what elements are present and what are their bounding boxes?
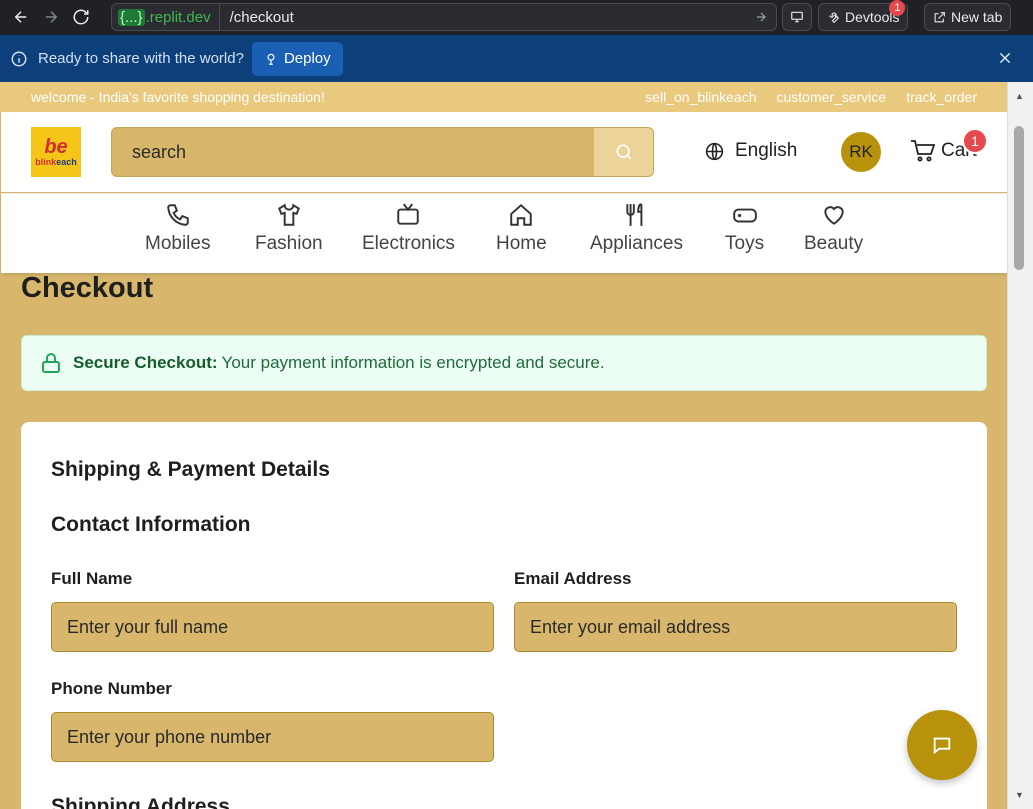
category-beauty[interactable]: Beauty (804, 202, 863, 255)
deploy-banner-text: Ready to share with the world? (38, 50, 244, 67)
category-label: Appliances (590, 233, 683, 254)
section-title: Shipping & Payment Details (51, 458, 330, 481)
new-tab-button[interactable]: New tab (924, 3, 1012, 31)
address-bar[interactable]: {...} .replit.dev /checkout (111, 3, 777, 31)
logo-mark: be (44, 136, 68, 158)
email-input[interactable]: Enter your email address (514, 602, 957, 652)
category-appliances[interactable]: Appliances (590, 202, 683, 255)
track-order-link[interactable]: track_order (906, 89, 977, 105)
chat-icon (933, 737, 951, 755)
user-avatar[interactable]: RK (841, 132, 881, 172)
logo-wordmark: blinkeach (35, 157, 77, 167)
category-label: Mobiles (145, 233, 211, 254)
deploy-button-label: Deploy (283, 50, 331, 67)
category-mobiles[interactable]: Mobiles (145, 202, 210, 255)
shipping-address-title: Shipping Address (51, 795, 230, 809)
go-button[interactable] (746, 10, 776, 24)
email-label: Email Address (514, 569, 632, 588)
shirt-icon (277, 203, 300, 226)
category-nav: Mobiles Fashion Electronics Home Applian… (1, 193, 1007, 273)
scroll-thumb[interactable] (1014, 126, 1024, 270)
lock-icon (42, 353, 60, 373)
forward-button[interactable] (36, 2, 66, 32)
gamepad-icon (732, 208, 757, 223)
utensils-icon (626, 203, 643, 226)
secure-label: Secure Checkout: (73, 353, 218, 372)
category-label: Home (496, 233, 547, 254)
phone-label: Phone Number (51, 679, 172, 698)
phone-icon (167, 204, 189, 226)
heart-icon (823, 206, 844, 225)
arrow-right-icon (45, 11, 58, 23)
house-icon (510, 203, 533, 226)
page-scrollbar[interactable]: ▲ ▼ (1007, 82, 1033, 809)
search-input[interactable]: search (112, 142, 594, 163)
page-viewport: welcome - India's favorite shopping dest… (0, 82, 1033, 809)
language-label: English (735, 140, 798, 161)
monitor-icon (791, 11, 803, 23)
language-selector[interactable]: English (704, 140, 797, 162)
deploy-banner: Ready to share with the world? Deploy (0, 35, 1033, 82)
full-name-input[interactable]: Enter your full name (51, 602, 494, 652)
promo-bar: welcome - India's favorite shopping dest… (0, 82, 1007, 112)
category-label: Fashion (255, 233, 323, 254)
reload-icon (73, 9, 89, 25)
category-fashion[interactable]: Fashion (255, 202, 323, 255)
url-domain-suffix: .replit.dev (145, 8, 211, 26)
page-title: Checkout (21, 272, 154, 304)
secure-text: Your payment information is encrypted an… (221, 353, 605, 372)
site-logo[interactable]: be blinkeach (31, 127, 81, 177)
site-header: be blinkeach search English RK Cart 1 (1, 112, 1007, 192)
info-icon (11, 51, 27, 66)
back-button[interactable] (6, 2, 36, 32)
search-button[interactable] (594, 128, 653, 176)
shopping-cart-icon (911, 140, 936, 162)
devtools-button[interactable]: Devtools 1 (818, 0, 909, 31)
arrow-right-icon (756, 12, 766, 22)
close-icon (999, 52, 1011, 64)
new-tab-label: New tab (951, 9, 1003, 25)
url-domain: {...} .replit.dev (112, 4, 220, 30)
category-home[interactable]: Home (496, 202, 547, 255)
close-banner-button[interactable] (997, 50, 1013, 66)
search-icon (616, 144, 631, 160)
category-toys[interactable]: Toys (725, 202, 764, 255)
url-domain-placeholder: {...} (118, 8, 145, 26)
deploy-button[interactable]: Deploy (251, 41, 343, 76)
category-label: Electronics (362, 233, 455, 254)
phone-input[interactable]: Enter your phone number (51, 712, 494, 762)
url-path: /checkout (229, 8, 294, 26)
globe-icon (705, 142, 724, 160)
browser-toolbar: {...} .replit.dev /checkout Devtools 1 N… (0, 0, 1033, 34)
external-link-icon (934, 11, 945, 22)
arrow-left-icon (14, 11, 27, 23)
chat-button[interactable] (907, 710, 977, 780)
scroll-up-icon[interactable]: ▲ (1015, 91, 1024, 101)
reload-button[interactable] (66, 2, 96, 32)
category-label: Toys (725, 233, 765, 254)
cart-count-badge: 1 (962, 128, 988, 154)
contact-info-title: Contact Information (51, 513, 251, 536)
sell-link[interactable]: sell_on_blinkeach (645, 89, 756, 105)
full-name-label: Full Name (51, 569, 133, 588)
welcome-text: welcome - India's favorite shopping dest… (31, 89, 325, 105)
scroll-down-icon[interactable]: ▼ (1015, 790, 1024, 800)
deploy-icon (267, 53, 275, 65)
search-bar: search (111, 127, 654, 177)
tv-icon (397, 203, 420, 225)
customer-service-link[interactable]: customer_service (776, 89, 886, 105)
devtools-badge: 1 (889, 0, 906, 16)
checkout-form-card: Shipping & Payment Details Contact Infor… (21, 422, 987, 809)
category-label: Beauty (804, 233, 864, 254)
wrench-icon (829, 11, 840, 23)
device-preview-button[interactable] (782, 3, 812, 31)
category-electronics[interactable]: Electronics (362, 202, 455, 255)
secure-checkout-notice: Secure Checkout: Your payment informatio… (21, 335, 987, 391)
